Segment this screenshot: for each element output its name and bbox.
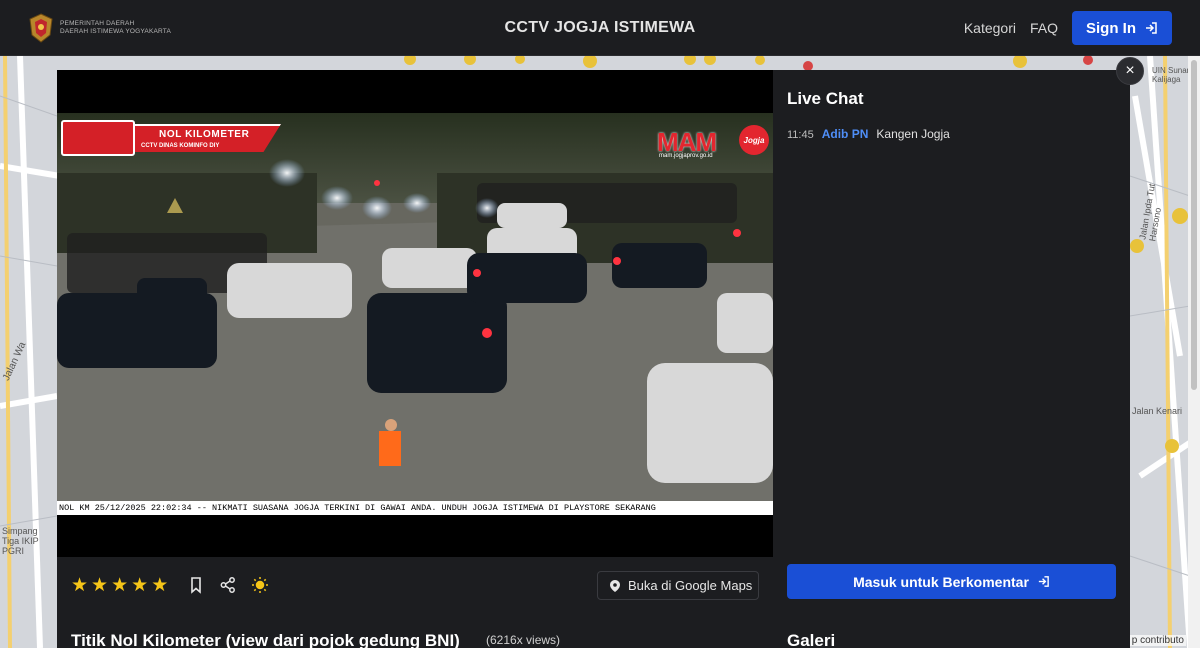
video-frame[interactable]: NOL KILOMETER CCTV DINAS KOMINFO DIY MAM… bbox=[57, 113, 773, 515]
sun-icon[interactable] bbox=[251, 576, 269, 594]
map-attribution[interactable]: p contributo bbox=[1129, 635, 1186, 646]
rating-stars[interactable]: ★ ★ ★ ★ ★ bbox=[71, 576, 168, 595]
gallery-title: Galeri bbox=[787, 631, 836, 648]
badge-subtitle: CCTV DINAS KOMINFO DIY bbox=[141, 143, 220, 149]
bookmark-icon[interactable] bbox=[187, 576, 205, 594]
sign-in-label: Sign In bbox=[1086, 19, 1136, 37]
cctv-scene bbox=[57, 113, 773, 515]
video-controls: ★ ★ ★ ★ ★ Buka di Google Maps bbox=[57, 567, 773, 605]
camera-name: Titik Nol Kilometer (view dari pojok ged… bbox=[71, 631, 460, 648]
video-ticker: NOL KM 25/12/2025 22:02:34 -- NIKMATI SU… bbox=[57, 501, 773, 515]
star-icon[interactable]: ★ bbox=[71, 576, 88, 595]
chat-message-text: Kangen Jogja bbox=[876, 127, 950, 141]
scrollbar-thumb[interactable] bbox=[1191, 60, 1197, 390]
google-maps-button[interactable]: Buka di Google Maps bbox=[597, 571, 759, 600]
star-icon[interactable]: ★ bbox=[111, 576, 128, 595]
star-icon[interactable]: ★ bbox=[151, 576, 168, 595]
close-icon: × bbox=[1125, 62, 1135, 79]
star-icon[interactable]: ★ bbox=[91, 576, 108, 595]
sign-in-button[interactable]: Sign In bbox=[1072, 11, 1172, 45]
login-icon bbox=[1146, 22, 1157, 34]
camera-badge: NOL KILOMETER CCTV DINAS KOMINFO DIY bbox=[61, 120, 283, 156]
star-icon[interactable]: ★ bbox=[131, 576, 148, 595]
badge-title: NOL KILOMETER bbox=[159, 129, 250, 140]
cctv-modal: NOL KILOMETER CCTV DINAS KOMINFO DIY MAM… bbox=[57, 70, 1130, 648]
close-modal-button[interactable]: × bbox=[1116, 57, 1144, 85]
video-player[interactable]: NOL KILOMETER CCTV DINAS KOMINFO DIY MAM… bbox=[57, 70, 773, 557]
page-scrollbar[interactable] bbox=[1188, 56, 1200, 648]
chat-message-user[interactable]: Adib PN bbox=[822, 127, 869, 141]
map-label-uin: UIN Sunan Kalijaga bbox=[1152, 66, 1192, 84]
chat-message-time: 11:45 bbox=[787, 129, 814, 141]
login-to-comment-button[interactable]: Masuk untuk Berkomentar bbox=[787, 564, 1116, 599]
login-icon bbox=[1038, 576, 1049, 587]
map-label-simpang: Simpang Tiga IKIP PGRI bbox=[2, 526, 39, 556]
nav-faq-link[interactable]: FAQ bbox=[1030, 20, 1058, 36]
nav-links: Kategori FAQ Sign In bbox=[964, 11, 1172, 45]
view-count: (6216x views) bbox=[486, 633, 561, 647]
share-icon[interactable] bbox=[219, 576, 237, 594]
chat-message: 11:45 Adib PN Kangen Jogja bbox=[787, 127, 950, 141]
live-chat-title: Live Chat bbox=[787, 89, 864, 108]
badge-logo-box bbox=[61, 120, 135, 156]
jogja-circle-logo: Jogja bbox=[739, 125, 769, 155]
map-label-kenari: Jalan Kenari bbox=[1132, 406, 1183, 416]
top-navbar: PEMERINTAH DAERAH DAERAH ISTIMEWA YOGYAK… bbox=[0, 0, 1200, 56]
login-to-comment-label: Masuk untuk Berkomentar bbox=[853, 573, 1029, 590]
google-maps-label: Buka di Google Maps bbox=[628, 578, 753, 593]
mam-url: mam.jogjaprov.go.id bbox=[659, 153, 713, 159]
map-pin-icon bbox=[610, 579, 620, 592]
mam-logo: MAM Jogja mam.jogjaprov.go.id bbox=[657, 123, 769, 159]
nav-kategori-link[interactable]: Kategori bbox=[964, 20, 1016, 36]
